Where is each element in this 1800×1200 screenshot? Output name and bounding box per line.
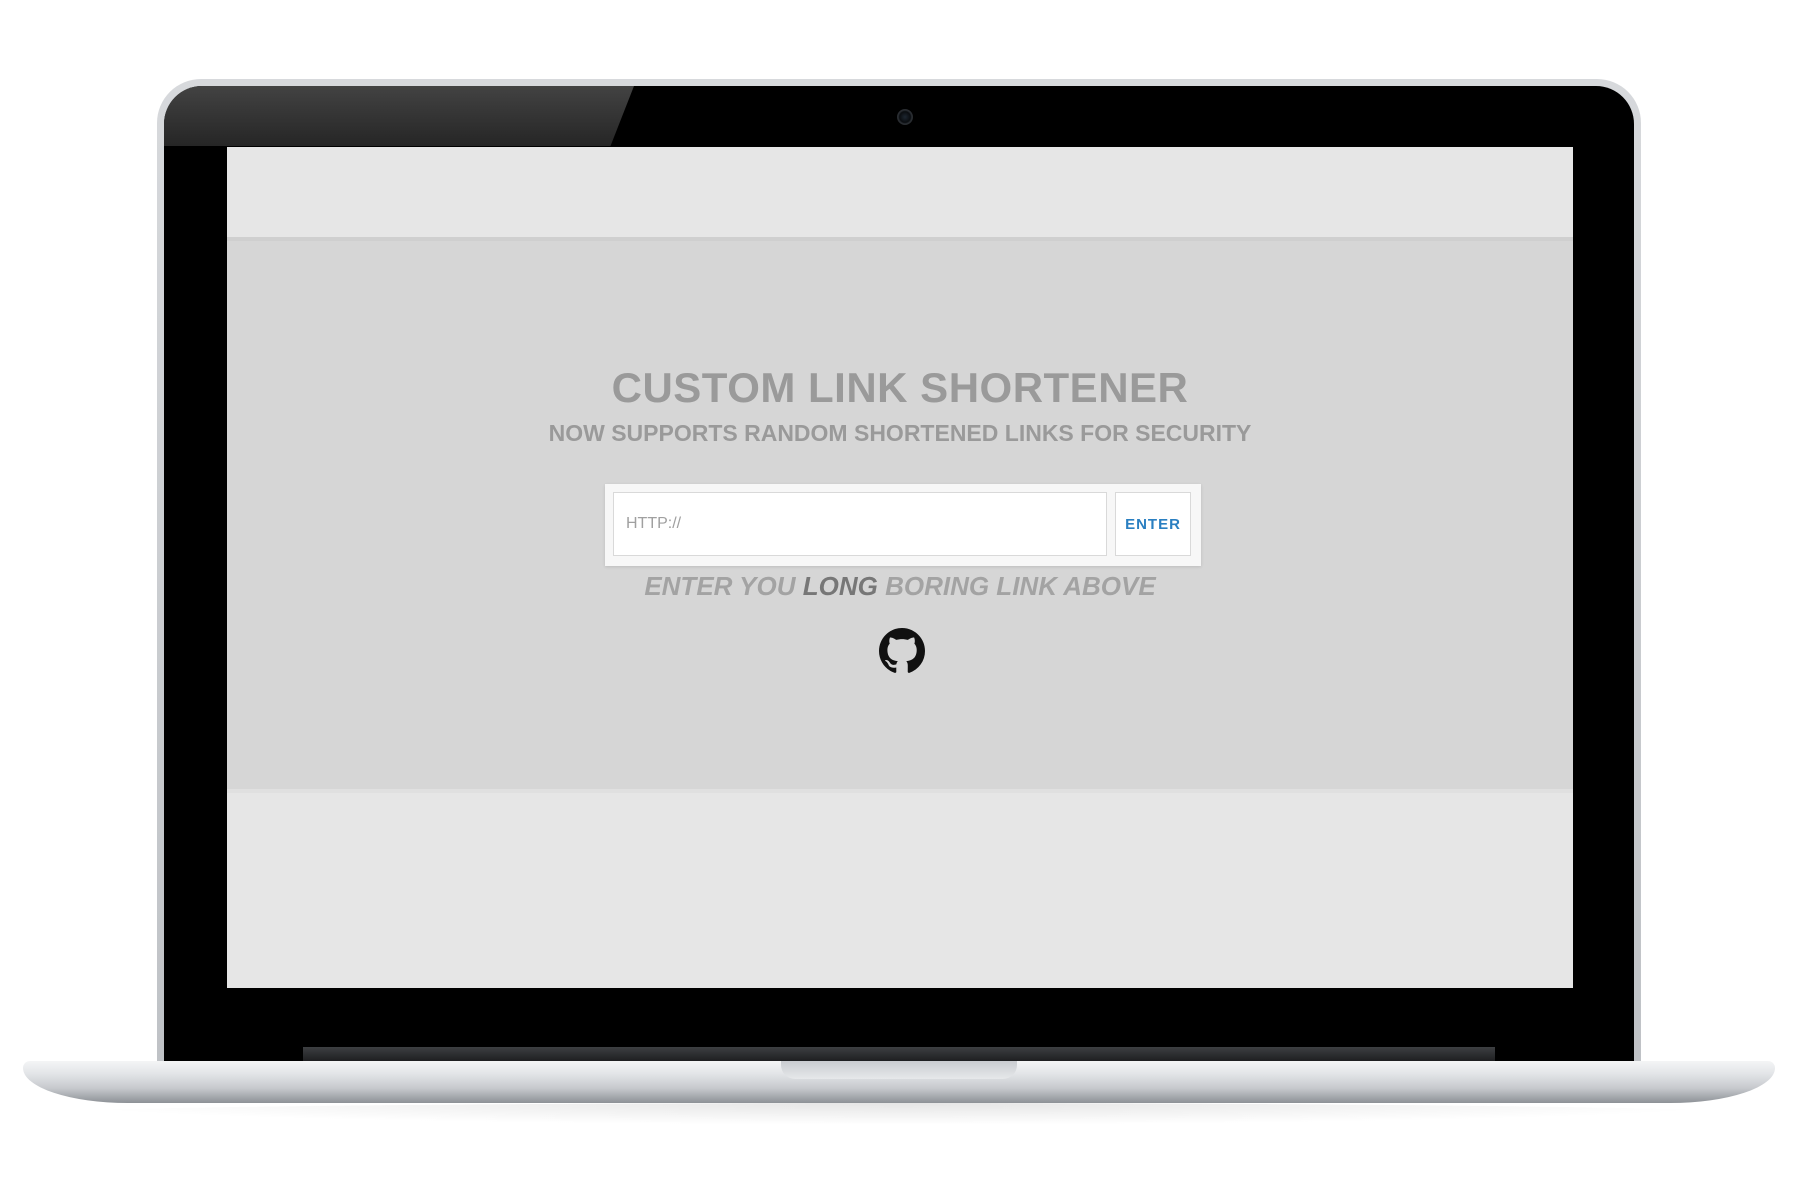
hint-after: BORING LINK ABOVE bbox=[877, 571, 1156, 601]
hint-text: ENTER YOU LONG BORING LINK ABOVE bbox=[227, 571, 1573, 602]
hint-emphasis: LONG bbox=[802, 571, 878, 601]
bezel-glare bbox=[164, 86, 634, 146]
github-icon bbox=[879, 628, 925, 674]
webcam-icon bbox=[897, 109, 913, 125]
laptop-shadow bbox=[40, 1103, 1758, 1125]
laptop-base-notch bbox=[781, 1061, 1017, 1079]
github-link[interactable] bbox=[879, 628, 925, 674]
hint-before: ENTER YOU bbox=[644, 571, 803, 601]
footer-band bbox=[227, 793, 1573, 988]
url-input[interactable] bbox=[613, 492, 1107, 556]
header-band bbox=[227, 147, 1573, 237]
browser-screen: CUSTOM LINK SHORTENER NOW SUPPORTS RANDO… bbox=[227, 147, 1573, 988]
laptop-mockup: CUSTOM LINK SHORTENER NOW SUPPORTS RANDO… bbox=[0, 0, 1800, 1200]
laptop-hinge bbox=[303, 1047, 1495, 1061]
page-title: CUSTOM LINK SHORTENER bbox=[611, 364, 1189, 411]
enter-button[interactable]: ENTER bbox=[1115, 492, 1191, 556]
page-subtitle: NOW SUPPORTS RANDOM SHORTENED LINKS FOR … bbox=[548, 420, 1252, 446]
shorten-form: ENTER bbox=[605, 484, 1201, 566]
